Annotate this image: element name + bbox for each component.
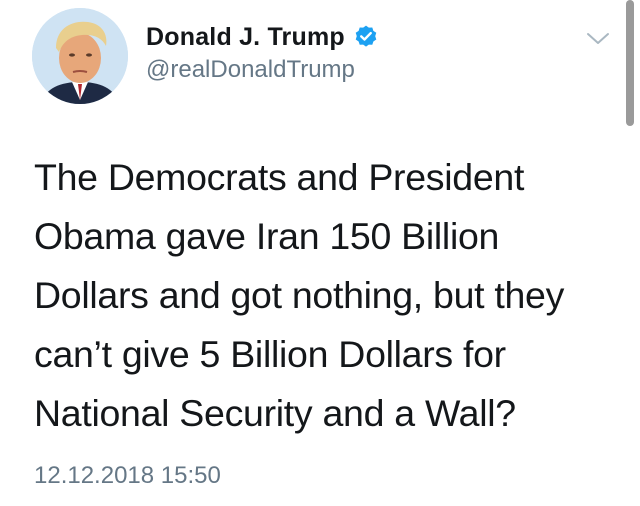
author-display-name[interactable]: Donald J. Trump: [146, 23, 345, 52]
tweet-text: The Democrats and President Obama gave I…: [34, 156, 565, 434]
author-handle[interactable]: @realDonaldTrump: [146, 56, 355, 84]
chevron-down-icon[interactable]: [584, 28, 612, 50]
tweet-card: Donald J. Trump @realDonaldTrump The Dem…: [0, 0, 640, 506]
scrollbar[interactable]: [626, 0, 634, 126]
verified-badge-icon: [353, 24, 379, 50]
profile-photo-icon: [32, 8, 128, 104]
author-name-row[interactable]: Donald J. Trump: [146, 20, 379, 54]
avatar[interactable]: [32, 8, 128, 104]
tweet-timestamp[interactable]: 12.12.2018 15:50: [34, 462, 221, 490]
